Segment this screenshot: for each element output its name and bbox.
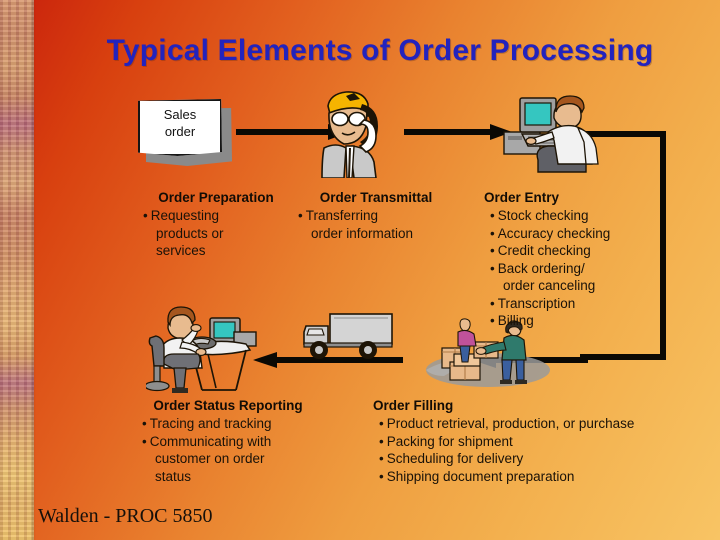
bullet-text: Back ordering/ xyxy=(497,260,585,276)
delivery-truck-illustration xyxy=(300,310,396,362)
bullet-marker: • xyxy=(490,295,495,311)
bullet-text: products or xyxy=(156,225,224,241)
bullet-text: Tracing and tracking xyxy=(149,416,272,431)
connector-bottom-segment xyxy=(580,354,666,360)
bullet-text: order canceling xyxy=(503,278,596,293)
bullet-marker: • xyxy=(490,225,495,241)
list-item: • Transferring xyxy=(298,207,466,225)
bullet-text: customer on order xyxy=(155,451,265,466)
stage-heading: Order Status Reporting xyxy=(153,398,303,413)
bullet-text: Billing xyxy=(497,313,534,328)
stage-heading: Order Entry xyxy=(484,190,560,205)
list-item: status xyxy=(142,468,328,486)
decorative-left-strip xyxy=(0,0,36,540)
list-item: • Credit checking xyxy=(490,242,684,260)
person-at-computer-illustration xyxy=(498,88,606,176)
stage-heading: Order Preparation xyxy=(158,190,274,205)
list-item: • Requesting xyxy=(143,207,306,225)
bullet-text: Product retrieval, production, or purcha… xyxy=(386,416,635,431)
document-label: Sales order xyxy=(138,106,222,140)
bullet-text: Accuracy checking xyxy=(497,225,611,241)
bullet-marker: • xyxy=(490,313,495,328)
list-item: • Transcription xyxy=(490,295,684,313)
bullet-marker: • xyxy=(143,208,148,223)
bullet-marker: • xyxy=(379,451,384,466)
bullet-marker: • xyxy=(490,260,495,276)
list-item: services xyxy=(143,242,306,260)
list-item: • Communicating with xyxy=(142,433,328,451)
bullet-text: Requesting xyxy=(150,208,220,223)
list-item: • Stock checking xyxy=(490,207,684,225)
stage-bullet-list: • Transferring order information xyxy=(298,207,466,242)
list-item: • Packing for shipment xyxy=(379,433,693,451)
slide-footer: Walden - PROC 5850 xyxy=(38,505,213,527)
stage-heading: Order Transmittal xyxy=(319,190,433,205)
stage-order-transmittal: Order Transmittal • Transferring order in… xyxy=(286,190,466,242)
stage-bullet-list: • Tracing and tracking • Communicating wit… xyxy=(142,415,328,485)
stage-bullet-list: • Product retrieval, production, or purch… xyxy=(379,415,693,485)
list-item: • Back ordering/ xyxy=(490,260,684,278)
stage-order-status-reporting: Order Status Reporting • Tracing and trac… xyxy=(128,398,328,485)
stage-heading: Order Filling xyxy=(373,398,454,413)
bullet-marker: • xyxy=(490,208,495,223)
stage-bullet-list: • Stock checking • Accuracy checking • Cred… xyxy=(490,207,684,330)
arrow-shaft xyxy=(404,129,494,135)
bullet-text: Shipping document preparation xyxy=(386,468,575,484)
bullet-text: Transferring xyxy=(305,208,379,223)
list-item: • Scheduling for delivery xyxy=(379,450,693,468)
page-title: Typical Elements of Order Processing xyxy=(106,34,654,67)
document-label-line2: order xyxy=(164,124,196,139)
person-at-desk-phone-illustration xyxy=(146,298,258,394)
list-item: order information xyxy=(298,225,466,243)
person-on-phone-illustration xyxy=(316,86,390,178)
list-item: • Tracing and tracking xyxy=(142,415,328,433)
list-item: order canceling xyxy=(490,277,684,295)
bullet-marker: • xyxy=(379,416,384,431)
bullet-text: Transcription xyxy=(497,295,576,311)
bullet-text: status xyxy=(155,468,192,484)
bullet-marker: • xyxy=(142,416,147,431)
stage-bullet-list: • Requesting products or services xyxy=(143,207,306,260)
stage-order-filling: Order Filling • Product retrieval, produc… xyxy=(373,398,693,485)
bullet-text: services xyxy=(156,243,206,258)
bullet-marker: • xyxy=(490,243,495,258)
bullet-text: Packing for shipment xyxy=(386,433,513,449)
bullet-text: Stock checking xyxy=(497,208,589,223)
bullet-text: Credit checking xyxy=(497,243,591,258)
bullet-text: Scheduling for delivery xyxy=(386,451,524,466)
list-item: products or xyxy=(143,225,306,243)
list-item: • Product retrieval, production, or purch… xyxy=(379,415,693,433)
list-item: • Billing xyxy=(490,312,684,330)
list-item: customer on order xyxy=(142,450,328,468)
bullet-marker: • xyxy=(379,433,384,449)
document-label-line1: Sales xyxy=(163,107,197,122)
bullet-marker: • xyxy=(298,208,303,223)
bullet-marker: • xyxy=(379,468,384,484)
list-item: • Shipping document preparation xyxy=(379,468,693,486)
stage-order-preparation: Order Preparation • Requesting products o… xyxy=(126,190,306,260)
slide-canvas: Typical Elements of Order Processing Sal… xyxy=(0,0,720,540)
bullet-text: order information xyxy=(311,225,414,241)
list-item: • Accuracy checking xyxy=(490,225,684,243)
stage-order-entry: Order Entry • Stock checking • Accuracy ch… xyxy=(484,190,684,330)
bullet-marker: • xyxy=(142,433,147,449)
bullet-text: Communicating with xyxy=(149,433,272,449)
sales-order-document: Sales order xyxy=(138,99,232,166)
